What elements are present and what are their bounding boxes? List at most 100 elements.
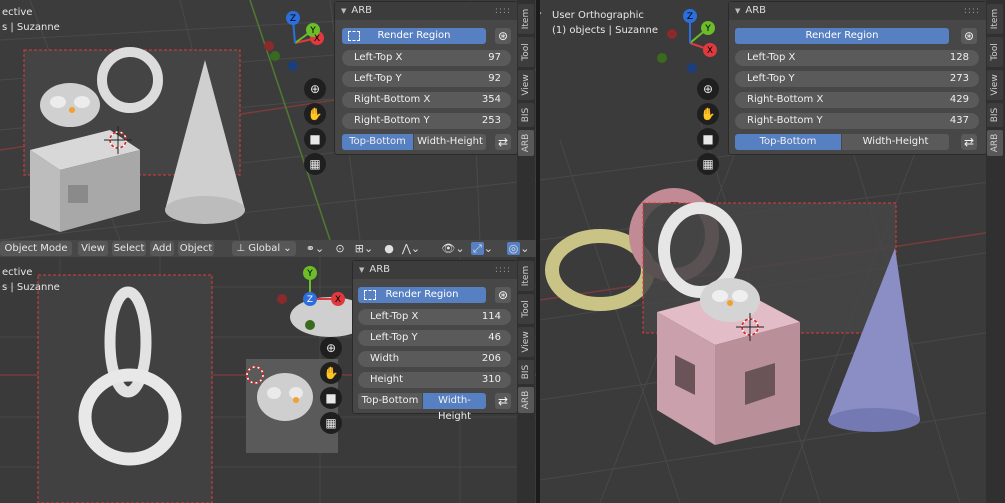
tab-tool[interactable]: Tool [987,37,1003,67]
pivot-icon[interactable]: ⚭⌄ [302,241,328,256]
field-right-bottom-x[interactable]: Right-Bottom X 429 [735,92,979,108]
gizmo-y-label: Y [704,24,711,34]
camera-icon[interactable]: ■ [304,128,326,150]
axis-gizmo[interactable]: X Y Z [255,8,335,78]
field-right-bottom-y[interactable]: Right-Bottom Y 437 [735,113,979,129]
menu-object[interactable]: Object [178,241,214,256]
viewport-objects-info: (1) objects | Suzanne [552,25,658,36]
mode-width-height-button[interactable]: Width-Height [842,134,949,150]
viewport-objects-info: s | Suzanne [2,282,60,293]
visibility-icon[interactable]: 👁⌄ [440,241,466,256]
camera-icon[interactable]: ■ [697,128,719,150]
reset-region-icon[interactable]: ⊛ [495,28,511,44]
field-left-top-y[interactable]: Left-Top Y 46 [358,330,511,346]
field-width[interactable]: Width 206 [358,351,511,367]
mode-top-bottom-button[interactable]: Top-Bottom [358,393,422,409]
viewport-title: ective [2,7,33,18]
falloff-icon[interactable]: ⋀⌄ [398,241,424,256]
tab-arb[interactable]: ARB [518,387,534,413]
tab-arb[interactable]: ARB [518,130,534,156]
tab-view[interactable]: View [518,70,534,100]
arb-panel: ▼ ARB:::: Render Region ⊛ Left-Top X 97 Le… [334,1,518,155]
render-region-button[interactable]: Render Region [735,28,949,44]
arb-panel: ▼ ARB:::: Render Region ⊛ Left-Top X 114 L… [352,260,518,422]
render-region-button[interactable]: Render Region [342,28,486,44]
tab-item[interactable]: Item [518,4,534,34]
hand-pan-icon[interactable]: ✋ [697,103,719,125]
tab-item[interactable]: Item [987,4,1003,34]
viewport-objects-info: s | Suzanne [2,22,60,33]
mode-width-height-button[interactable]: Width-Height [423,393,486,422]
tab-tool[interactable]: Tool [518,294,534,324]
swap-mode-icon[interactable]: ⇄ [961,134,977,150]
hand-pan-icon[interactable]: ✋ [320,362,342,384]
gizmo-z-label: Z [290,14,296,24]
grid-perspective-icon[interactable]: ▦ [320,412,342,434]
axis-gizmo[interactable]: X Y Z [650,8,730,78]
viewport-title: User Orthographic [552,10,644,21]
overlay-toggle-icon[interactable]: ◎ ⌄ [504,241,532,256]
render-region-button[interactable]: Render Region [358,287,486,303]
arb-panel-header[interactable]: ▼ ARB:::: [335,2,517,20]
tab-bis[interactable]: BIS [518,103,534,127]
mode-width-height-button[interactable]: Width-Height [414,134,486,150]
header-collapse-icon[interactable]: › [540,8,542,19]
arb-panel-header[interactable]: ▼ ARB:::: [729,2,986,20]
swap-mode-icon[interactable]: ⇄ [495,393,511,409]
field-left-top-x[interactable]: Left-Top X 114 [358,309,511,325]
tab-view[interactable]: View [987,70,1003,100]
sidebar-tabs: Item Tool View BIS ARB [986,0,1005,503]
arb-panel-title: ARB [369,264,391,275]
menu-add[interactable]: Add [150,241,174,256]
field-height[interactable]: Height 310 [358,372,511,388]
viewport-title: ective [2,267,33,278]
snap-increment-icon[interactable]: ⊞⌄ [350,241,378,256]
arb-panel-header[interactable]: ▼ ARB:::: [353,261,517,279]
arb-panel-title: ARB [351,5,373,16]
collapse-triangle-icon[interactable]: ▼ [341,7,346,15]
zoom-icon[interactable]: ⊕ [304,78,326,100]
tab-bis[interactable]: BIS [987,103,1003,127]
zoom-icon[interactable]: ⊕ [320,337,342,359]
orientation-dropdown[interactable]: ⊥ Global ⌄ [232,241,296,256]
gizmo-z-label: Z [307,295,313,305]
drag-handle-icon[interactable]: :::: [964,2,980,20]
swap-mode-icon[interactable]: ⇄ [495,134,511,150]
gizmo-x-label: X [707,46,713,56]
grid-ortho-icon[interactable]: ▦ [697,153,719,175]
field-right-bottom-y[interactable]: Right-Bottom Y 253 [342,113,511,129]
field-left-top-y[interactable]: Left-Top Y 273 [735,71,979,87]
snap-icon[interactable]: ⊙ [332,241,348,256]
tab-tool[interactable]: Tool [518,37,534,67]
field-right-bottom-x[interactable]: Right-Bottom X 354 [342,92,511,108]
mode-top-bottom-button[interactable]: Top-Bottom [735,134,841,150]
mode-dropdown[interactable]: Object Mode ⌄ [0,241,72,269]
tab-item[interactable]: Item [518,261,534,291]
field-left-top-x[interactable]: Left-Top X 97 [342,50,511,66]
axis-gizmo[interactable]: X Y Z [270,263,350,333]
grid-perspective-icon[interactable]: ▦ [304,153,326,175]
reset-region-icon[interactable]: ⊛ [961,28,977,44]
collapse-triangle-icon[interactable]: ▼ [359,266,364,274]
menu-view[interactable]: View [78,241,108,256]
region-icon [364,290,376,300]
sidebar-tabs: Item Tool View BIS ARB [517,0,535,240]
hand-pan-icon[interactable]: ✋ [304,103,326,125]
camera-icon[interactable]: ■ [320,387,342,409]
field-left-top-x[interactable]: Left-Top X 128 [735,50,979,66]
menu-select[interactable]: Select [112,241,146,256]
tab-view[interactable]: View [518,327,534,357]
reset-region-icon[interactable]: ⊛ [495,287,511,303]
field-left-top-y[interactable]: Left-Top Y 92 [342,71,511,87]
tab-arb[interactable]: ARB [987,130,1003,156]
gizmo-y-label: Y [309,26,316,36]
drag-handle-icon[interactable]: :::: [495,2,511,20]
collapse-triangle-icon[interactable]: ▼ [735,7,740,15]
tab-bis[interactable]: BIS [518,360,534,384]
proportional-edit-icon[interactable]: ● [382,241,396,256]
zoom-icon[interactable]: ⊕ [697,78,719,100]
gizmo-z-label: Z [687,12,693,22]
gizmo-toggle-icon[interactable]: ⤢ ⌄ [468,241,496,256]
drag-handle-icon[interactable]: :::: [495,261,511,279]
mode-top-bottom-button[interactable]: Top-Bottom [342,134,413,150]
